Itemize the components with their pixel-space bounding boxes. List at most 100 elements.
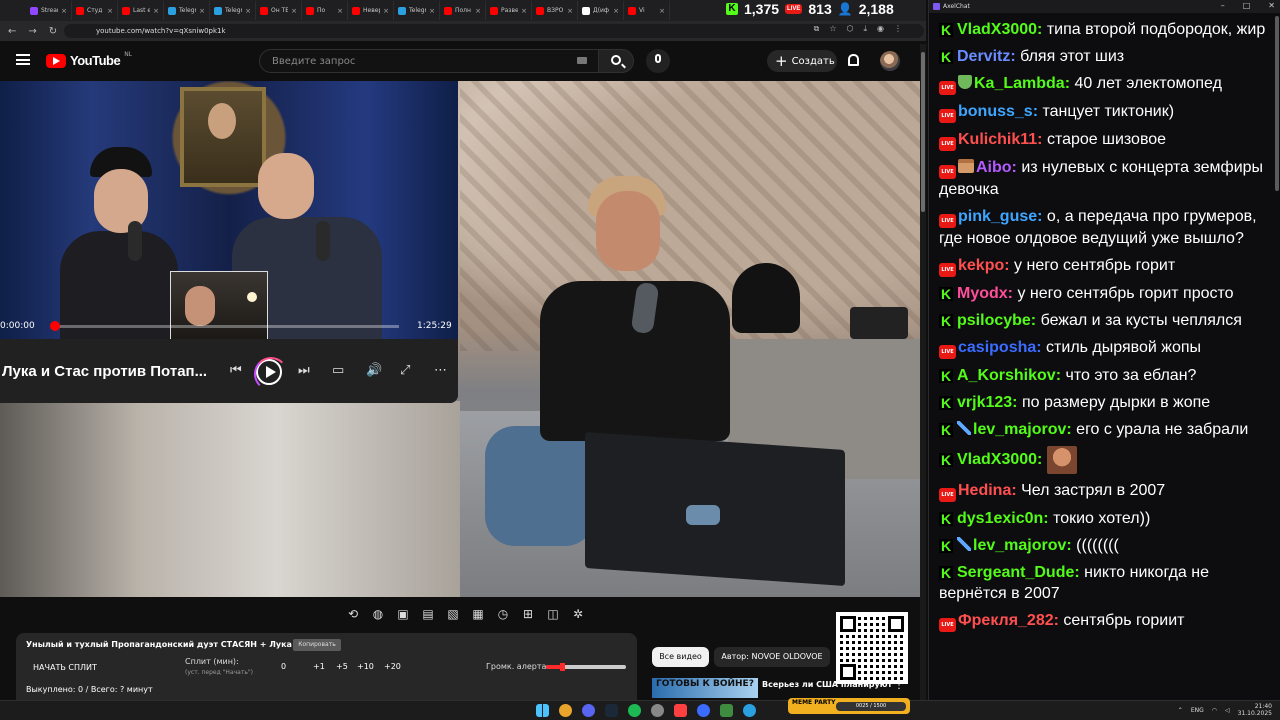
clapper-icon[interactable]: ▤ (419, 605, 437, 623)
tab-close-icon[interactable]: × (567, 7, 573, 15)
browser-tab[interactable]: Разве × (486, 1, 532, 20)
tab-close-icon[interactable]: × (613, 7, 619, 15)
chat-username[interactable]: Фрекля_282: (958, 612, 1059, 629)
play-button[interactable] (254, 357, 288, 391)
browser-tab[interactable]: Д(иф × (578, 1, 624, 20)
browser-tab[interactable]: Stream× (26, 1, 72, 20)
forward-icon[interactable]: → (28, 26, 36, 37)
extensions-icon[interactable]: ⬡ (846, 24, 853, 34)
wifi-icon[interactable]: ◠ (1212, 707, 1217, 714)
tab-close-icon[interactable]: × (245, 7, 251, 15)
increment-1-button[interactable]: +1 (313, 662, 325, 671)
user-avatar[interactable] (880, 51, 900, 71)
chat-username[interactable]: Myodx: (957, 285, 1013, 302)
progress-scrubber[interactable] (50, 321, 60, 331)
more-options-icon[interactable]: ⋯ (434, 363, 447, 378)
chat-username[interactable]: VladX3000: (957, 21, 1042, 38)
minimize-icon[interactable]: – (1221, 1, 1225, 10)
recommendation-thumbnail[interactable]: ГОТОВЫ К ВОЙНЕ? (652, 678, 758, 698)
tab-close-icon[interactable]: × (199, 7, 205, 15)
chat-username[interactable]: VladX3000: (957, 451, 1042, 468)
url-field[interactable]: youtube.com/watch?v=qXsniw0pk1k (64, 24, 924, 38)
menu-dots-icon[interactable]: ⋮ (894, 24, 902, 34)
chat-username[interactable]: Aibo: (976, 159, 1017, 176)
maximize-icon[interactable]: □ (1243, 1, 1251, 10)
clock[interactable]: 21:40 31.10.2025 (1238, 703, 1272, 717)
tab-close-icon[interactable]: × (383, 7, 389, 15)
tab-close-icon[interactable]: × (337, 7, 343, 15)
add-icon[interactable]: ⊞ (519, 605, 537, 623)
increment-10-button[interactable]: +10 (357, 662, 374, 671)
tab-close-icon[interactable]: × (291, 7, 297, 15)
install-icon[interactable]: ⧉ (814, 24, 820, 34)
tab-close-icon[interactable]: × (475, 7, 481, 15)
settings-gear-icon[interactable]: ✲ (569, 605, 587, 623)
chat-username[interactable]: Hedina: (958, 482, 1017, 499)
download-icon[interactable]: ⤓ (863, 24, 867, 34)
screenshot-icon[interactable]: ◫ (544, 605, 562, 623)
chip-all-videos[interactable]: Все видео (652, 647, 709, 667)
recommendation-more-icon[interactable]: ⋮ (894, 680, 904, 691)
chat-username[interactable]: psilocybe: (957, 312, 1036, 329)
filmstrip-icon[interactable]: ▦ (469, 605, 487, 623)
chat-username[interactable]: bonuss_s: (958, 103, 1038, 120)
next-icon[interactable]: ⏭ (298, 363, 310, 378)
alert-volume-knob[interactable] (560, 663, 565, 671)
search-input[interactable]: Введите запрос (259, 49, 599, 73)
voice-search-button[interactable] (646, 49, 670, 73)
copy-button[interactable]: Копировать (293, 639, 341, 651)
miniplayer[interactable]: 0:00:00 1:25:29 Лука и Стас против Потап… (0, 81, 458, 403)
chat-username[interactable]: A_Korshikov: (957, 367, 1061, 384)
close-icon[interactable]: ✕ (1268, 1, 1275, 10)
chat-username[interactable]: casiposha: (958, 339, 1042, 356)
start-windows-icon[interactable] (536, 704, 549, 717)
browser-tab[interactable]: По × (302, 1, 348, 20)
chat-username[interactable]: lev_majorov: (973, 537, 1072, 554)
screen-icon[interactable]: ▣ (394, 605, 412, 623)
search-button[interactable] (598, 49, 634, 73)
browser-tab[interactable]: Telegr × (164, 1, 210, 20)
speaker-icon[interactable]: ◁ (1225, 707, 1230, 714)
language-indicator[interactable]: ENG (1191, 707, 1204, 714)
browser-tab[interactable]: Он ТЕ × (256, 1, 302, 20)
volume-icon[interactable]: 🔊 (366, 363, 382, 378)
browser-tab[interactable]: ВЗРО × (532, 1, 578, 20)
back-icon[interactable]: ← (8, 26, 16, 37)
increment-20-button[interactable]: +20 (384, 662, 401, 671)
browser-tab[interactable]: Студ × (72, 1, 118, 20)
chat-username[interactable]: Ka_Lambda: (974, 75, 1070, 92)
tab-close-icon[interactable]: × (659, 7, 665, 15)
picture-icon[interactable]: ▧ (444, 605, 462, 623)
keyboard-icon[interactable] (577, 57, 587, 64)
previous-icon[interactable]: ⏮ (230, 363, 242, 378)
page-scrollbar-thumb[interactable] (921, 52, 925, 212)
chat-username[interactable]: vrjk123: (957, 394, 1018, 411)
chat-username[interactable]: dys1exic0n: (957, 510, 1049, 527)
speed-icon[interactable]: ◷ (494, 605, 512, 623)
app-red-icon[interactable] (674, 704, 687, 717)
telegram-icon[interactable] (743, 704, 756, 717)
chat-username[interactable]: Sergeant_Dude: (957, 564, 1080, 581)
chat-username[interactable]: kekpo: (958, 257, 1010, 274)
create-button[interactable]: + Создать (767, 50, 837, 72)
browser-tab[interactable]: Last e × (118, 1, 164, 20)
youtube-logo[interactable]: YouTube NL (46, 51, 132, 68)
spotify-icon[interactable] (628, 704, 641, 717)
split-value[interactable]: 0 (281, 662, 286, 671)
steam-icon[interactable] (605, 704, 618, 717)
tab-close-icon[interactable]: × (429, 7, 435, 15)
chat-username[interactable]: pink_guse: (958, 208, 1042, 225)
app-blue-icon[interactable] (697, 704, 710, 717)
loop-icon[interactable]: ⟲ (344, 605, 362, 623)
browser-tab[interactable]: Vi × (624, 1, 670, 20)
browser-tab[interactable]: Невер× (348, 1, 394, 20)
browser-tab[interactable]: Telegr × (394, 1, 440, 20)
tab-close-icon[interactable]: × (107, 7, 113, 15)
chat-username[interactable]: lev_majorov: (973, 421, 1072, 438)
chat-username[interactable]: Dervitz: (957, 48, 1016, 65)
increment-5-button[interactable]: +5 (336, 662, 348, 671)
reload-icon[interactable]: ↻ (49, 26, 57, 37)
notifications-bell-icon[interactable] (848, 54, 859, 66)
tray-chevron-icon[interactable]: ⌃ (1178, 707, 1183, 714)
browser-tab[interactable]: Полн × (440, 1, 486, 20)
